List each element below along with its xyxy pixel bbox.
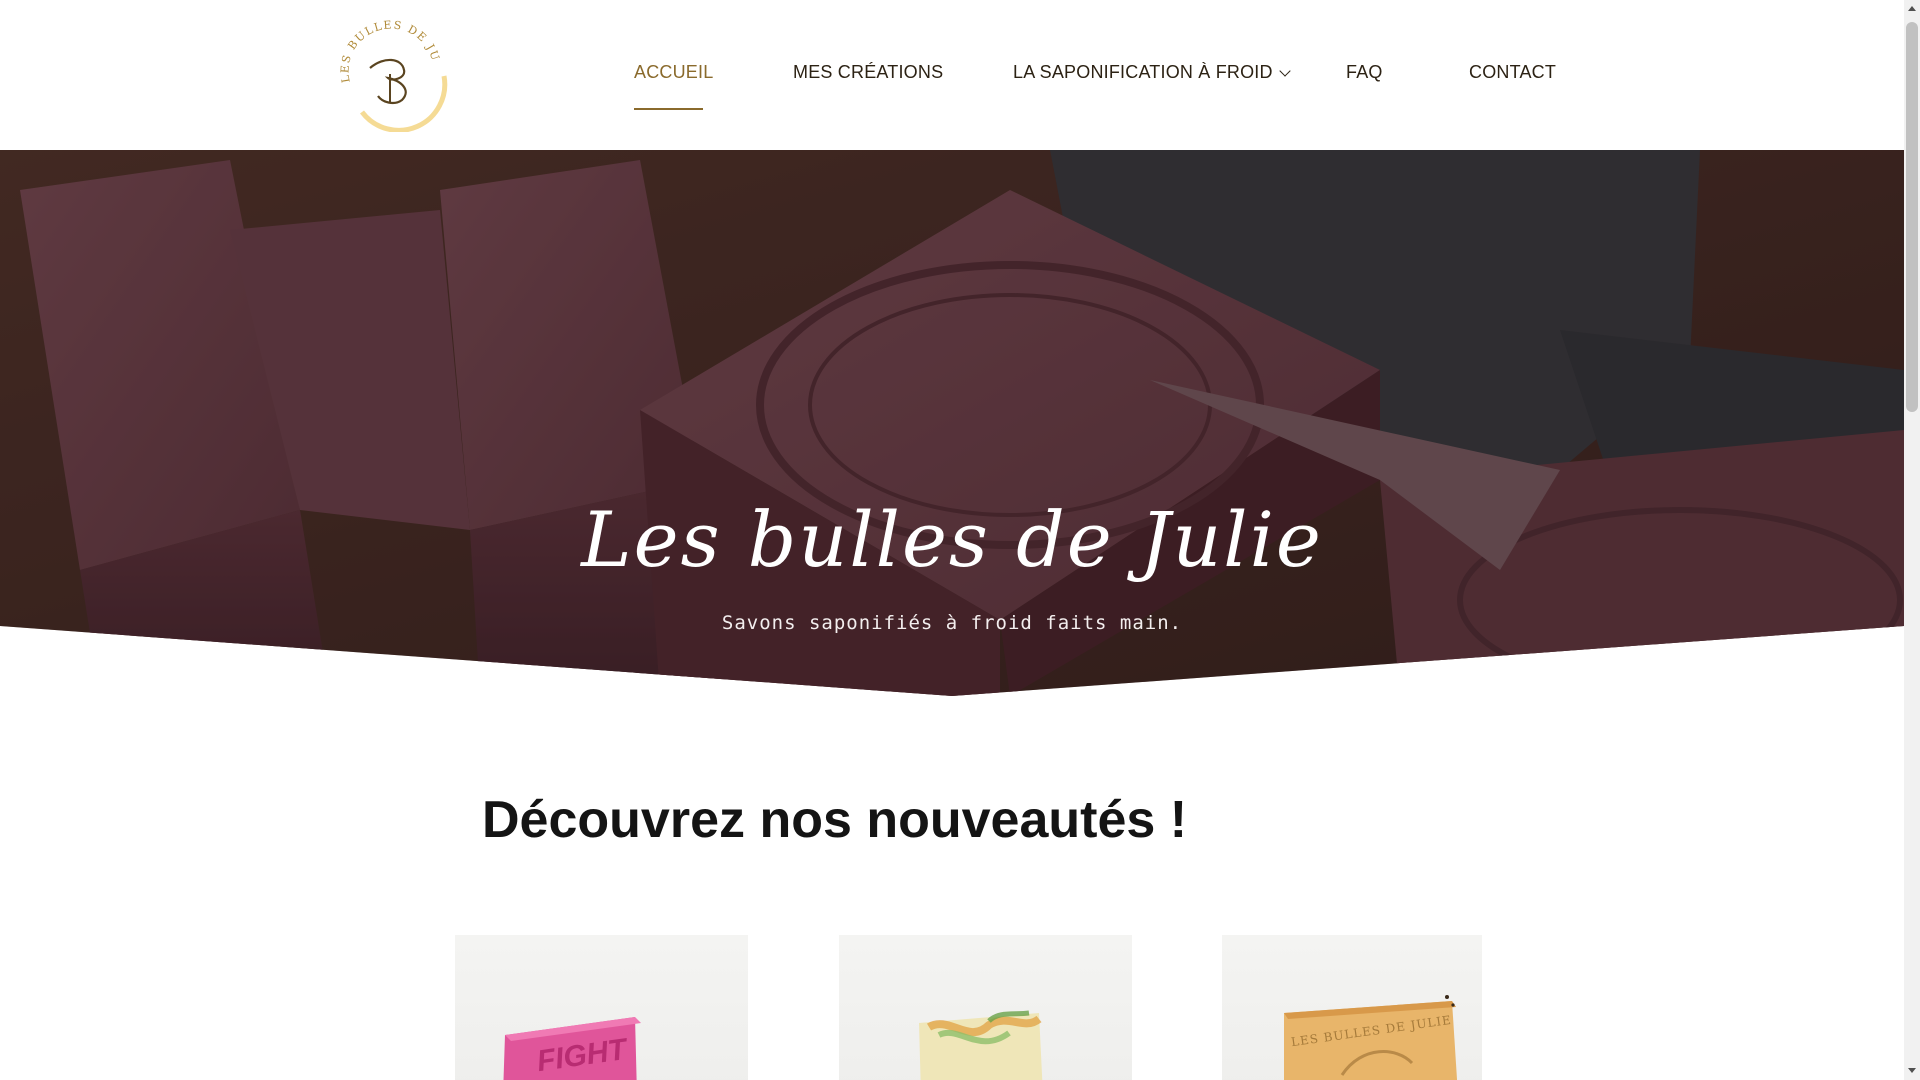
- main-navigation: ACCUEIL MES CRÉATIONS LA SAPONIFICATION …: [0, 0, 1904, 150]
- product-card[interactable]: [839, 935, 1132, 1080]
- page: LES BULLES DE JULIE ACCUEIL MES CRÉATION…: [0, 0, 1920, 1080]
- nav-saponification-label: LA SAPONIFICATION À FROID: [1013, 62, 1273, 82]
- nav-faq[interactable]: FAQ: [1346, 62, 1383, 83]
- site-header: LES BULLES DE JULIE ACCUEIL MES CRÉATION…: [0, 0, 1904, 150]
- hero-title: Les bulles de Julie: [581, 495, 1323, 584]
- product-image: FIGHT: [503, 1017, 641, 1080]
- hero-banner: Les bulles de Julie Savons saponifiés à …: [0, 150, 1904, 696]
- chevron-down-icon[interactable]: [1279, 65, 1291, 77]
- product-image: [919, 1010, 1043, 1080]
- nav-contact[interactable]: CONTACT: [1469, 62, 1556, 83]
- hero-subtitle: Savons saponifiés à froid faits main.: [721, 612, 1183, 634]
- product-card[interactable]: LES BULLES DE JULIE: [1222, 935, 1482, 1080]
- nav-accueil[interactable]: ACCUEIL: [634, 62, 713, 83]
- active-nav-underline: [634, 108, 703, 110]
- scroll-up-arrow-icon[interactable]: [1908, 6, 1916, 11]
- nav-saponification[interactable]: LA SAPONIFICATION À FROID: [1013, 62, 1291, 83]
- section-title: Découvrez nos nouveautés !: [482, 791, 1188, 849]
- page-scrollbar-thumb[interactable]: [1906, 22, 1918, 412]
- product-card[interactable]: FIGHT: [455, 935, 748, 1080]
- scroll-down-arrow-icon[interactable]: [1908, 1068, 1916, 1073]
- nav-mes-creations[interactable]: MES CRÉATIONS: [793, 62, 943, 83]
- product-image: LES BULLES DE JULIE: [1284, 995, 1458, 1080]
